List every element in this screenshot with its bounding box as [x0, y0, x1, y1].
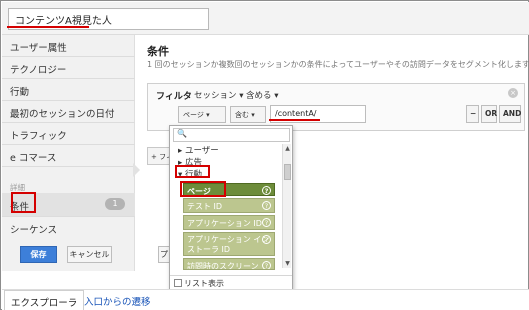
option-experiment-id[interactable]: テスト ID ?	[183, 198, 275, 213]
or-button[interactable]: OR	[481, 105, 497, 123]
sidebar-item-technology[interactable]: テクノロジー	[2, 57, 135, 79]
dimension-dropdown: 🔍 ▸ ユーザー ▸ 広告 ▾ 行動 ページ ? テスト ID ? アプリケーシ…	[169, 125, 293, 290]
remove-condition-button[interactable]: −	[466, 105, 479, 123]
scrollbar-thumb[interactable]	[284, 164, 291, 180]
dropdown-scrollbar[interactable]: ▲ ▼	[282, 144, 291, 268]
tab-explorer[interactable]: エクスプローラ	[4, 290, 85, 310]
option-app-id-label: アプリケーション ID	[187, 219, 262, 228]
filter-remove-icon[interactable]: ×	[508, 88, 518, 98]
filter-label: フィルタ	[156, 92, 192, 102]
list-view-toggle[interactable]: リスト表示	[170, 275, 292, 290]
sidebar: ユーザー属性 テクノロジー 行動 最初のセッションの日付 トラフィック e コマ…	[2, 35, 135, 271]
dimension-select[interactable]: ページ ▾	[178, 106, 226, 123]
bottom-tabs: エクスプローラ 入口からの遷移	[2, 289, 529, 310]
option-landing-screen-label: 訪問時のスクリーン	[187, 262, 259, 270]
scroll-up-icon[interactable]: ▲	[283, 144, 292, 153]
segment-name-bar: コンテンツA視見た人	[2, 2, 529, 35]
list-view-label: リスト表示	[184, 279, 224, 288]
and-button[interactable]: AND	[499, 105, 521, 123]
sidebar-item-sequences[interactable]: シーケンス	[2, 217, 135, 239]
tree-item-user[interactable]: ▸ ユーザー	[178, 144, 219, 156]
operator-select[interactable]: 含む ▾	[230, 106, 266, 123]
option-app-id[interactable]: アプリケーション ID ?	[183, 215, 275, 230]
behavior-highlight-box	[175, 165, 210, 178]
help-icon: ?	[262, 186, 271, 195]
segment-editor: コンテンツA視見た人 ユーザー属性 テクノロジー 行動 最初のセッションの日付 …	[0, 0, 529, 310]
option-app-installer-id-label: アプリケーション インストーラ ID	[187, 235, 270, 254]
panel-description: 1 回のセッションか複数回のセッションかの条件によってユーザーやその訪問データを…	[147, 60, 529, 69]
segment-name-highlight	[7, 26, 89, 28]
option-app-installer-id[interactable]: アプリケーション インストーラ ID ?	[183, 232, 275, 256]
help-icon: ?	[262, 201, 271, 210]
dropdown-search-input[interactable]: 🔍	[173, 128, 290, 142]
sidebar-item-traffic[interactable]: トラフィック	[2, 123, 135, 145]
option-landing-screen[interactable]: 訪問時のスクリーン ?	[183, 258, 275, 270]
page-option-highlight-box	[180, 181, 226, 197]
checkbox-icon[interactable]	[174, 279, 182, 287]
help-icon: ?	[262, 218, 271, 227]
scroll-down-icon[interactable]: ▼	[283, 259, 292, 268]
tab-entrance-flow[interactable]: 入口からの遷移	[78, 290, 157, 310]
filter-mode-select[interactable]: 含める ▾	[246, 89, 278, 101]
panel-title: 条件	[147, 45, 169, 58]
help-icon: ?	[262, 261, 271, 269]
option-experiment-id-label: テスト ID	[187, 202, 223, 211]
sidebar-item-demographics[interactable]: ユーザー属性	[2, 35, 135, 57]
filter-scope-select[interactable]: セッション ▾	[194, 89, 243, 101]
sidebar-item-behavior[interactable]: 行動	[2, 79, 135, 101]
search-icon: 🔍	[177, 129, 187, 138]
help-icon: ?	[262, 235, 271, 244]
sidebar-item-ecommerce[interactable]: e コマース	[2, 145, 135, 167]
filter-value-highlight	[269, 119, 320, 121]
save-button[interactable]: 保存	[20, 246, 57, 263]
cancel-button[interactable]: キャンセル	[67, 246, 112, 263]
filter-row: フィルタ セッション ▾ 含める ▾ × ページ ▾ 含む ▾ /content…	[147, 83, 525, 131]
sidebar-item-first-session-date[interactable]: 最初のセッションの日付	[2, 101, 135, 123]
conditions-count-badge: 1	[105, 198, 125, 210]
conditions-highlight-box	[11, 192, 36, 213]
